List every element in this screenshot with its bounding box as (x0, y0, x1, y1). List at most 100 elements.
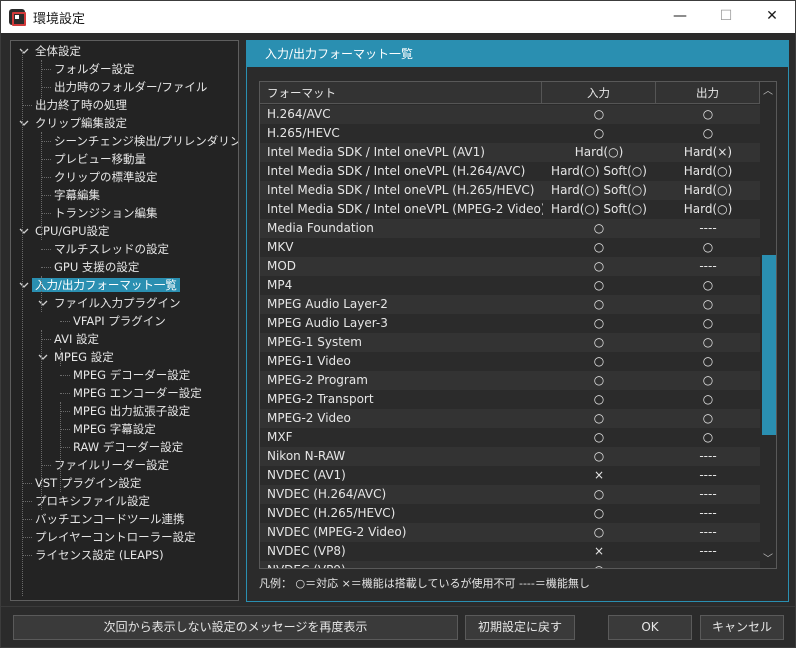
input-cell: Hard(○) (574, 145, 624, 159)
tree-item-label: クリップの標準設定 (54, 170, 158, 184)
output-cell: ---- (699, 221, 717, 235)
table-row[interactable]: H.265/HEVC ○ ○ (260, 124, 760, 143)
table-row[interactable]: MXF ○ ○ (260, 428, 760, 447)
tree-item[interactable]: フォルダー設定 (54, 60, 135, 78)
tree-item-label: AVI 設定 (54, 332, 100, 346)
title-bar[interactable]: 環境設定 — ☐ ✕ (1, 1, 795, 33)
table-row[interactable]: MOD ○ ---- (260, 257, 760, 276)
minimize-button[interactable]: — (657, 1, 703, 33)
format-cell: MPEG-2 Video (267, 411, 351, 425)
chevron-down-icon[interactable] (19, 276, 29, 294)
table-row[interactable]: MPEG-2 Program ○ ○ (260, 371, 760, 390)
table-row[interactable]: MPEG Audio Layer-2 ○ ○ (260, 295, 760, 314)
reshow-messages-button[interactable]: 次回から表示しない設定のメッセージを再度表示 (13, 615, 458, 640)
table-row[interactable]: H.264/AVC ○ ○ (260, 105, 760, 124)
output-cell: Hard(○) (683, 164, 733, 178)
table-row[interactable]: Intel Media SDK / Intel oneVPL (H.264/AV… (260, 162, 760, 181)
tree-item[interactable]: AVI 設定 (54, 330, 99, 348)
tree-item[interactable]: 出力時のフォルダー/ファイル (54, 78, 207, 96)
input-cell: ○ (593, 487, 605, 501)
table-row[interactable]: NVDEC (H.264/AVC) ○ ---- (260, 485, 760, 504)
ok-button[interactable]: OK (608, 615, 692, 640)
input-cell: ○ (593, 107, 605, 121)
table-row[interactable]: MP4 ○ ○ (260, 276, 760, 295)
input-cell: Hard(○) Soft(○) (551, 183, 647, 197)
tree-item[interactable]: マルチスレッドの設定 (54, 240, 169, 258)
table-row[interactable]: MPEG-1 Video ○ ○ (260, 352, 760, 371)
output-cell: ---- (699, 468, 717, 482)
chevron-down-icon[interactable] (19, 42, 29, 60)
table-row[interactable]: NVDEC (VP8) × ---- (260, 542, 760, 561)
tree-item[interactable]: プレビュー移動量 (54, 150, 146, 168)
tree-item-label: ファイル入力プラグイン (54, 296, 181, 310)
input-cell: ○ (593, 221, 605, 235)
chevron-down-icon[interactable] (19, 222, 29, 240)
table-row[interactable]: MPEG-2 Transport ○ ○ (260, 390, 760, 409)
column-header-input[interactable]: 入力 (542, 82, 656, 104)
tree-item[interactable]: 出力終了時の処理 (35, 96, 127, 114)
tree-item[interactable]: プレイヤーコントローラー設定 (35, 528, 196, 546)
format-table[interactable]: フォーマット 入力 出力 H.264/AVC ○ ○ H.265/HEVC ○ ○ Inte… (259, 81, 777, 569)
tree-item[interactable]: RAW デコーダー設定 (73, 438, 183, 456)
tree-item[interactable]: MPEG デコーダー設定 (73, 366, 190, 384)
footer-divider (1, 606, 795, 607)
tree-item[interactable]: シーンチェンジ検出/プリレンダリング (54, 132, 238, 150)
tree-item[interactable]: MPEG 設定 (54, 348, 114, 366)
chevron-down-icon[interactable] (38, 294, 48, 312)
tree-item[interactable]: MPEG エンコーダー設定 (73, 384, 202, 402)
tree-item[interactable]: VFAPI プラグイン (73, 312, 166, 330)
reset-defaults-button[interactable]: 初期設定に戻す (465, 615, 575, 640)
table-row[interactable]: Intel Media SDK / Intel oneVPL (MPEG-2 V… (260, 200, 760, 219)
table-row[interactable]: Intel Media SDK / Intel oneVPL (H.265/HE… (260, 181, 760, 200)
table-row[interactable]: MPEG-2 Video ○ ○ (260, 409, 760, 428)
tree-item[interactable]: ファイル入力プラグイン (54, 294, 181, 312)
column-header-output[interactable]: 出力 (656, 82, 760, 104)
chevron-down-icon[interactable] (19, 114, 29, 132)
tree-item[interactable]: 全体設定 (35, 42, 81, 60)
close-button[interactable]: ✕ (749, 1, 795, 33)
table-row[interactable]: Media Foundation ○ ---- (260, 219, 760, 238)
tree-item-label: バッチエンコードツール連携 (35, 512, 185, 526)
tree-item[interactable]: ファイルリーダー設定 (54, 456, 169, 474)
tree-item[interactable]: VST プラグイン設定 (35, 474, 141, 492)
tree-item[interactable]: CPU/GPU設定 (35, 222, 110, 240)
tree-item[interactable]: MPEG 出力拡張子設定 (73, 402, 190, 420)
tree-item-label: RAW デコーダー設定 (73, 440, 184, 454)
table-row[interactable]: NVDEC (AV1) × ---- (260, 466, 760, 485)
settings-tree[interactable]: 全体設定 フォルダー設定 出力時のフォルダー/ファイル 出力終了時の処理 クリップ編集設… (10, 40, 239, 601)
tree-item[interactable]: クリップの標準設定 (54, 168, 158, 186)
scrollbar-thumb[interactable] (762, 255, 776, 435)
table-row[interactable]: MKV ○ ○ (260, 238, 760, 257)
tree-connector (60, 321, 70, 322)
tree-item[interactable]: クリップ編集設定 (35, 114, 127, 132)
table-row[interactable]: NVDEC (VP9)○---- (260, 561, 760, 568)
tree-item[interactable]: 字幕編集 (54, 186, 100, 204)
tree-item-label: ライセンス設定 (LEAPS) (35, 548, 164, 562)
format-cell: Intel Media SDK / Intel oneVPL (AV1) (267, 145, 485, 159)
table-row[interactable]: Nikon N-RAW ○ ---- (260, 447, 760, 466)
tree-item[interactable]: GPU 支援の設定 (54, 258, 139, 276)
format-list-panel: 入力/出力フォーマット一覧 フォーマット 入力 出力 H.264/AVC ○ ○ H.… (246, 40, 789, 602)
vertical-scrollbar[interactable]: ︿ ﹀ (760, 82, 776, 568)
table-row[interactable]: MPEG Audio Layer-3 ○ ○ (260, 314, 760, 333)
table-row[interactable]: MPEG-1 System ○ ○ (260, 333, 760, 352)
format-cell: NVDEC (MPEG-2 Video) (267, 525, 407, 539)
table-row[interactable]: NVDEC (H.265/HEVC) ○ ---- (260, 504, 760, 523)
tree-connector (60, 429, 70, 430)
tree-item[interactable]: バッチエンコードツール連携 (35, 510, 185, 528)
format-cell: MPEG Audio Layer-3 (267, 316, 388, 330)
table-row[interactable]: Intel Media SDK / Intel oneVPL (AV1) Hard… (260, 143, 760, 162)
tree-item[interactable]: 入力/出力フォーマット一覧 (32, 276, 180, 294)
tree-item[interactable]: プロキシファイル設定 (35, 492, 150, 510)
scroll-up-icon[interactable]: ︿ (760, 84, 776, 100)
format-cell: Media Foundation (267, 221, 374, 235)
scroll-down-icon[interactable]: ﹀ (760, 552, 776, 568)
cancel-button[interactable]: キャンセル (700, 615, 784, 640)
tree-item[interactable]: トランジション編集 (54, 204, 158, 222)
column-header-format[interactable]: フォーマット (260, 82, 542, 104)
tree-item[interactable]: MPEG 字幕設定 (73, 420, 156, 438)
chevron-down-icon[interactable] (38, 348, 48, 366)
tree-item[interactable]: ライセンス設定 (LEAPS) (35, 546, 164, 564)
table-row[interactable]: NVDEC (MPEG-2 Video) ○ ---- (260, 523, 760, 542)
maximize-button[interactable]: ☐ (703, 1, 749, 33)
